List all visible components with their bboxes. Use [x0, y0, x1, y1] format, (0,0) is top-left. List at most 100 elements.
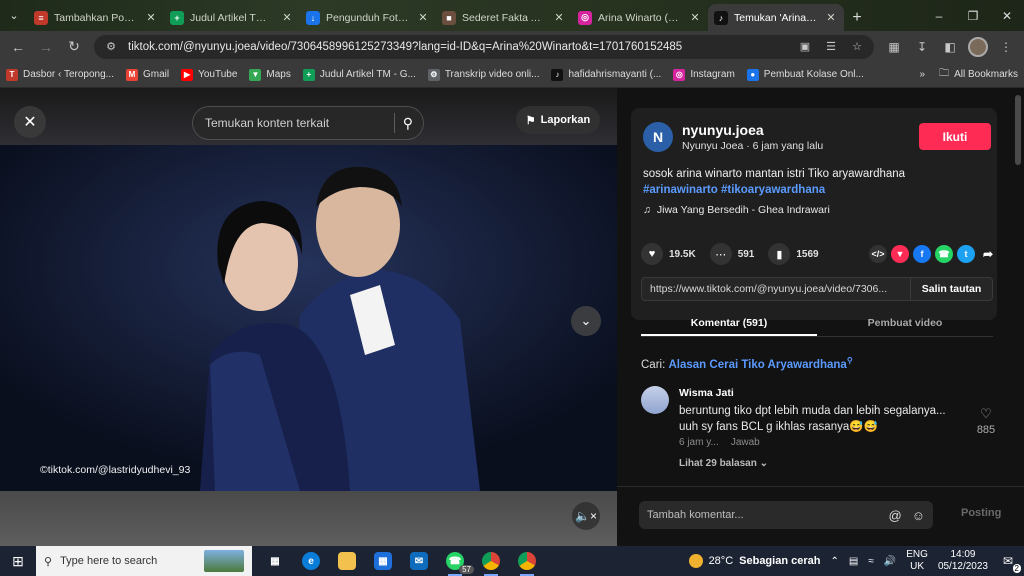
download-icon[interactable]: ↧ [910, 35, 934, 59]
commenter-avatar[interactable] [641, 386, 669, 414]
language-indicator[interactable]: ENG UK [906, 549, 928, 573]
back-icon[interactable]: ← [6, 35, 30, 59]
browser-tab[interactable]: ≡ Tambahkan Pos Bar ✕ [28, 4, 164, 31]
close-video-button[interactable]: ✕ [14, 106, 46, 138]
browser-tab[interactable]: ♪ Temukan 'Arina Wina ✕ [708, 4, 844, 31]
minimize-icon[interactable]: – [922, 9, 956, 23]
caption-hashtags[interactable]: #arinawinarto #tikoaryawardhana [643, 182, 983, 198]
facebook-icon[interactable]: f [913, 245, 931, 263]
extensions-icon[interactable]: ▦ [882, 35, 906, 59]
url-text[interactable]: tiktok.com/@nyunyu.joea/video/7306458996… [128, 41, 788, 53]
reply-button[interactable]: Jawab [731, 437, 760, 448]
copy-link-button[interactable]: Salin tautan [910, 278, 992, 300]
follow-button[interactable]: Ikuti [919, 123, 991, 150]
bookmark-item[interactable]: ⚙ Transkrip video onli... [427, 68, 539, 81]
search-suggestion-query[interactable]: Alasan Cerai Tiko Aryawardhana [668, 359, 846, 371]
store-app[interactable]: ▦ [368, 546, 398, 576]
like-action[interactable]: ♥ 19.5K [641, 243, 696, 265]
new-tab-button[interactable]: + [844, 4, 870, 31]
comment-action[interactable]: ⋯ 591 [709, 243, 754, 265]
comment-like-button[interactable]: ♡ 885 [971, 406, 1001, 436]
whatsapp-icon[interactable]: ☎ [935, 245, 953, 263]
task-view-button[interactable]: ▦ [260, 546, 290, 576]
author-avatar[interactable]: N [643, 122, 673, 152]
reload-icon[interactable]: ↻ [62, 35, 86, 59]
browser-tab[interactable]: ◎ Arina Winarto (@ari ✕ [572, 4, 708, 31]
file-explorer-app[interactable] [332, 546, 362, 576]
more-bookmarks-icon[interactable]: » [920, 69, 926, 80]
browser-tab[interactable]: ↓ Pengunduh Foto Gra ✕ [300, 4, 436, 31]
page-scrollbar[interactable] [1015, 95, 1021, 165]
close-window-icon[interactable]: ✕ [990, 9, 1024, 23]
notification-center-button[interactable]: ✉ 2 [998, 551, 1021, 573]
bookmark-item[interactable]: M Gmail [125, 68, 169, 81]
network-icon[interactable]: ▤ [849, 556, 858, 567]
video-frame[interactable] [0, 145, 617, 491]
emoji-icon[interactable]: ☺ [912, 508, 925, 523]
tab-close-icon[interactable]: ✕ [552, 11, 566, 24]
next-video-button[interactable]: ⌄ [571, 306, 601, 336]
sidepanel-icon[interactable]: ◧ [938, 35, 962, 59]
commenter-name[interactable]: Wisma Jati [679, 387, 734, 399]
share-link-url[interactable]: https://www.tiktok.com/@nyunyu.joea/vide… [642, 283, 910, 295]
volume-icon[interactable]: 🔊 [884, 556, 896, 567]
search-suggestion[interactable]: Cari: Alasan Cerai Tiko Aryawardhana⚲ [641, 356, 853, 371]
view-replies-button[interactable]: Lihat 29 balasan ⌄ [679, 458, 768, 469]
author-handle[interactable]: nyunyu.joea [682, 122, 764, 138]
edge-app[interactable]: e [296, 546, 326, 576]
chrome-app-2[interactable] [512, 546, 542, 576]
browser-tab[interactable]: + Judul Artikel TM - G ✕ [164, 4, 300, 31]
weather-widget[interactable]: 28°C Sebagian cerah [688, 554, 820, 568]
forward-icon[interactable]: → [34, 35, 58, 59]
tab-close-icon[interactable]: ✕ [144, 11, 158, 24]
related-search-input[interactable]: Temukan konten terkait [203, 116, 386, 130]
restore-icon[interactable]: ❐ [956, 9, 990, 23]
mention-icon[interactable]: @ [889, 508, 902, 523]
windows-start-icon[interactable]: ⊞ [0, 546, 36, 576]
save-action[interactable]: ▮ 1569 [768, 243, 819, 265]
chrome-app[interactable] [476, 546, 506, 576]
profile-avatar[interactable] [966, 35, 990, 59]
tab-comments[interactable]: Komentar (591) [641, 313, 817, 336]
related-search[interactable]: Temukan konten terkait ⚲ [192, 106, 424, 140]
taskbar-search-input[interactable]: Type here to search [60, 555, 196, 567]
mute-button[interactable]: 🔈× [572, 502, 600, 530]
wifi-icon[interactable]: ≈ [868, 556, 874, 567]
menu-kebab-icon[interactable]: ⋮ [994, 35, 1018, 59]
report-button[interactable]: ⚑ Laporkan [516, 106, 600, 134]
bookmark-item[interactable]: ◎ Instagram [673, 68, 735, 81]
tab-close-icon[interactable]: ✕ [280, 11, 294, 24]
video-player[interactable]: ✕ Temukan konten terkait ⚲ ⚑ Laporkan ⌄ … [0, 88, 617, 546]
site-info-icon[interactable]: ⚙ [102, 40, 120, 53]
bookmark-item[interactable]: ♪ hafidahrismayanti (... [551, 68, 661, 81]
bookmark-item[interactable]: T Dasbor ‹ Teropong... [6, 68, 114, 81]
twitter-icon[interactable]: t [957, 245, 975, 263]
bookmark-item[interactable]: + Judul Artikel TM - G... [302, 68, 416, 81]
translate-icon[interactable]: ☰ [822, 40, 840, 53]
bookmark-item[interactable]: ▶ YouTube [181, 68, 237, 81]
system-clock[interactable]: 14:09 05/12/2023 [938, 549, 988, 573]
bookmark-item[interactable]: ● Pembuat Kolase Onl... [746, 68, 864, 81]
tray-chevron-up-icon[interactable]: ⌃ [830, 556, 838, 567]
comment-input[interactable]: Tambah komentar... @ ☺ [639, 501, 933, 529]
search-icon[interactable]: ⚲ [403, 115, 413, 132]
send-to-friends-icon[interactable]: ▼ [891, 245, 909, 263]
embed-icon[interactable]: </> [869, 245, 887, 263]
address-bar[interactable]: ⚙ tiktok.com/@nyunyu.joea/video/73064589… [94, 34, 874, 59]
tab-close-icon[interactable]: ✕ [824, 11, 838, 24]
share-arrow-icon[interactable]: ➦ [979, 245, 997, 263]
browser-tab[interactable]: ■ Sederet Fakta Arina ✕ [436, 4, 572, 31]
bookmark-star-icon[interactable]: ☆ [848, 40, 866, 53]
mail-app[interactable]: ✉ [404, 546, 434, 576]
tab-creator-videos[interactable]: Pembuat video [817, 313, 993, 336]
all-bookmarks-button[interactable]: 🗀 All Bookmarks [939, 66, 1018, 83]
tab-search-icon[interactable]: ⌄ [0, 0, 28, 31]
cast-icon[interactable]: ▣ [796, 40, 814, 53]
music-info[interactable]: ♫ Jiwa Yang Bersedih - Ghea Indrawari [643, 204, 830, 216]
tab-close-icon[interactable]: ✕ [416, 11, 430, 24]
whatsapp-app[interactable]: ☎ 57 [440, 546, 474, 576]
bookmark-item[interactable]: ▼ Maps [249, 68, 291, 81]
taskbar-search[interactable]: ⚲ Type here to search [36, 546, 252, 576]
tab-close-icon[interactable]: ✕ [688, 11, 702, 24]
post-comment-button[interactable]: Posting [961, 507, 1001, 519]
